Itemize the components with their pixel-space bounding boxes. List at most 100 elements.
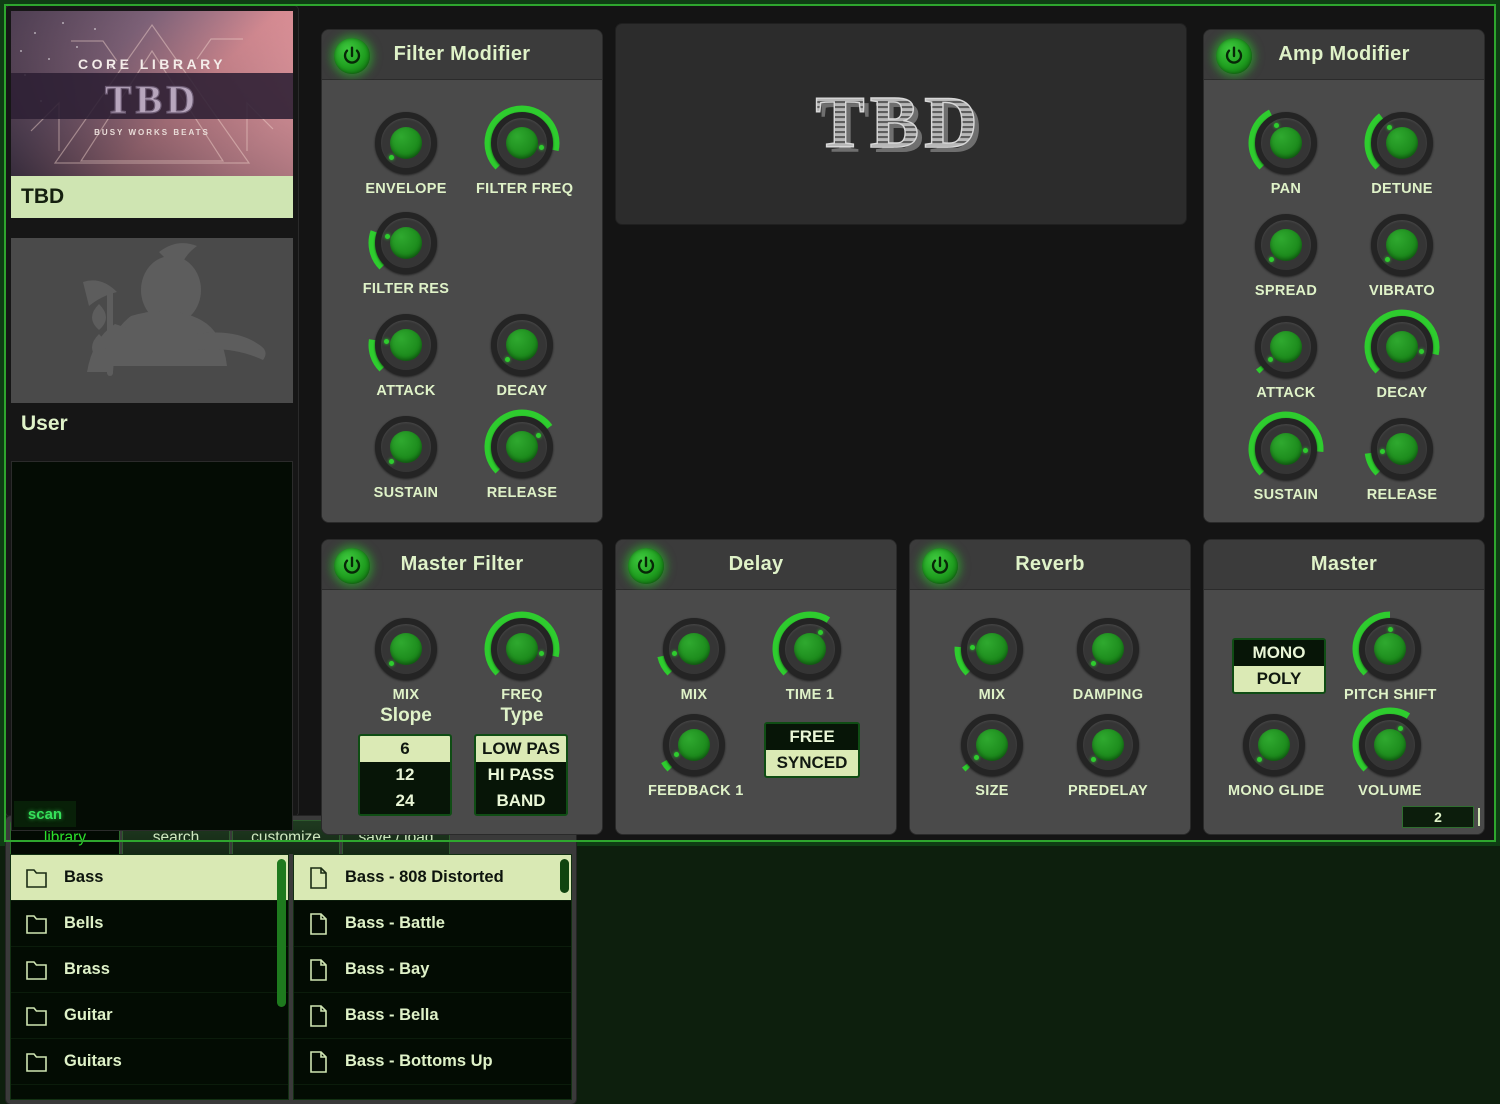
panel-master: Master MONO POLY PITCH SHIFT MONO GLIDE …	[1204, 540, 1484, 834]
master-filter-header: Master Filter	[322, 540, 602, 590]
file-icon	[308, 957, 329, 982]
knob-label: FEEDBACK 1	[648, 783, 740, 799]
preset-label: Bass - Battle	[345, 914, 445, 933]
knob-spread[interactable]: SPREAD	[1240, 214, 1332, 299]
slope-option-24[interactable]: 24	[360, 788, 450, 814]
voice-mode-selector[interactable]: MONO POLY	[1232, 638, 1326, 694]
knob-feedback-1[interactable]: FEEDBACK 1	[648, 714, 740, 799]
library-card-user[interactable]: User	[11, 238, 293, 445]
knob-label: SIZE	[946, 783, 1038, 799]
panel-master-filter: Master Filter MIX FREQ Slope 6 12 24 Typ…	[322, 540, 602, 834]
knob-decay[interactable]: DECAY	[476, 314, 568, 399]
user-library-artwork	[11, 238, 293, 403]
slope-selector[interactable]: 6 12 24	[358, 734, 452, 816]
slope-option-12[interactable]: 12	[360, 762, 450, 788]
knob-detune[interactable]: DETUNE	[1356, 112, 1448, 197]
knob-label: ATTACK	[1240, 385, 1332, 401]
type-option-band[interactable]: BAND	[476, 788, 566, 814]
folder-list-scrollbar[interactable]	[277, 859, 286, 1007]
knob-pan[interactable]: PAN	[1240, 112, 1332, 197]
voice-mode-mono[interactable]: MONO	[1234, 640, 1324, 666]
knob-pitch-shift[interactable]: PITCH SHIFT	[1344, 618, 1436, 703]
knob-label: DECAY	[1356, 385, 1448, 401]
knob-damping[interactable]: DAMPING	[1062, 618, 1154, 703]
knob-label: MIX	[946, 687, 1038, 703]
folder-label: Guitar	[64, 1006, 113, 1025]
knob-label: PITCH SHIFT	[1344, 687, 1436, 703]
knob-pointer-dot	[1398, 726, 1403, 731]
list-item[interactable]: Bass	[11, 855, 288, 901]
master-filter-power-button[interactable]	[334, 548, 370, 584]
knob-vibrato[interactable]: VIBRATO	[1356, 214, 1448, 299]
knob-predelay[interactable]: PREDELAY	[1062, 714, 1154, 799]
list-item[interactable]: Bass - 808 Distorted	[294, 855, 571, 901]
knob-time-1[interactable]: TIME 1	[764, 618, 856, 703]
list-item[interactable]: Bass - Bay	[294, 947, 571, 993]
type-option-hipass[interactable]: HI PASS	[476, 762, 566, 788]
list-item[interactable]: Bass - Bottoms Up	[294, 1039, 571, 1085]
knob-volume[interactable]: VOLUME	[1344, 714, 1436, 799]
slope-option-6[interactable]: 6	[360, 736, 450, 762]
slope-caption: Slope	[346, 705, 466, 727]
user-library-caption: User	[11, 403, 293, 445]
knob-label: DAMPING	[1062, 687, 1154, 703]
knob-size[interactable]: SIZE	[946, 714, 1038, 799]
knob-mono-glide[interactable]: MONO GLIDE	[1228, 714, 1320, 799]
knob-sustain[interactable]: SUSTAIN	[1240, 418, 1332, 503]
knob-mix[interactable]: MIX	[648, 618, 740, 703]
delay-mode-synced[interactable]: SYNCED	[766, 750, 858, 776]
preset-list-scrollbar[interactable]	[560, 859, 569, 893]
folder-list[interactable]: Bass Bells Brass	[10, 854, 289, 1100]
scan-button[interactable]: scan	[14, 801, 76, 827]
type-option-lowpass[interactable]: LOW PAS	[476, 736, 566, 762]
list-item[interactable]: Bass - Battle	[294, 901, 571, 947]
knob-pointer-dot	[385, 234, 390, 239]
knob-pointer-dot	[1380, 449, 1385, 454]
knob-filter-res[interactable]: FILTER RES	[360, 212, 452, 297]
knob-label: RELEASE	[476, 485, 568, 501]
folder-label: Brass	[64, 960, 110, 979]
reverb-power-button[interactable]	[922, 548, 958, 584]
knob-label: RELEASE	[1356, 487, 1448, 503]
panel-amp-modifier: Amp Modifier PAN DETUNE SPREAD VIBRATO A…	[1204, 30, 1484, 522]
knob-sustain[interactable]: SUSTAIN	[360, 416, 452, 501]
knob-label: MONO GLIDE	[1228, 783, 1320, 799]
folder-icon	[25, 1049, 48, 1074]
knob-decay[interactable]: DECAY	[1356, 316, 1448, 401]
list-item[interactable]: Bass - Bella	[294, 993, 571, 1039]
delay-mode-selector[interactable]: FREE SYNCED	[764, 722, 860, 778]
knob-envelope[interactable]: ENVELOPE	[360, 112, 452, 197]
preset-label: Bass - Bay	[345, 960, 429, 979]
knob-mix[interactable]: MIX	[360, 618, 452, 703]
list-item[interactable]: Guitar	[11, 993, 288, 1039]
knob-attack[interactable]: ATTACK	[1240, 316, 1332, 401]
artwork-busy-works-text: BUSY WORKS BEATS	[94, 128, 210, 137]
library-card-core[interactable]: CORE LIBRARY TBD BUSY WORKS BEATS TBD	[11, 11, 293, 218]
knob-freq[interactable]: FREQ	[476, 618, 568, 703]
delay-header: Delay	[616, 540, 896, 590]
filter-modifier-power-button[interactable]	[334, 38, 370, 74]
knob-filter-freq[interactable]: FILTER FREQ	[476, 112, 568, 197]
knob-mix[interactable]: MIX	[946, 618, 1038, 703]
user-preset-list[interactable]: scan	[11, 461, 293, 831]
delay-power-button[interactable]	[628, 548, 664, 584]
list-item[interactable]: Brass	[11, 947, 288, 993]
knob-label: SUSTAIN	[1240, 487, 1332, 503]
power-icon	[635, 555, 657, 577]
voice-mode-poly[interactable]: POLY	[1234, 666, 1324, 692]
filter-modifier-header: Filter Modifier	[322, 30, 602, 80]
delay-mode-free[interactable]: FREE	[766, 724, 858, 750]
core-library-label: TBD	[21, 185, 64, 209]
preset-list[interactable]: Bass - 808 Distorted Bass - Battle Bass …	[293, 854, 572, 1100]
tbd-logo: TBD TBD	[771, 81, 1031, 167]
knob-release[interactable]: RELEASE	[1356, 418, 1448, 503]
list-item[interactable]: Guitars	[11, 1039, 288, 1085]
library-sidebar: CORE LIBRARY TBD BUSY WORKS BEATS TBD	[6, 6, 298, 816]
knob-release[interactable]: RELEASE	[476, 416, 568, 501]
master-filter-body: MIX FREQ Slope 6 12 24 Type LOW PAS HI P…	[322, 590, 602, 834]
type-selector[interactable]: LOW PAS HI PASS BAND	[474, 734, 568, 816]
voice-counter-display[interactable]: 2	[1402, 806, 1474, 828]
list-item[interactable]: Bells	[11, 901, 288, 947]
knob-attack[interactable]: ATTACK	[360, 314, 452, 399]
amp-modifier-power-button[interactable]	[1216, 38, 1252, 74]
